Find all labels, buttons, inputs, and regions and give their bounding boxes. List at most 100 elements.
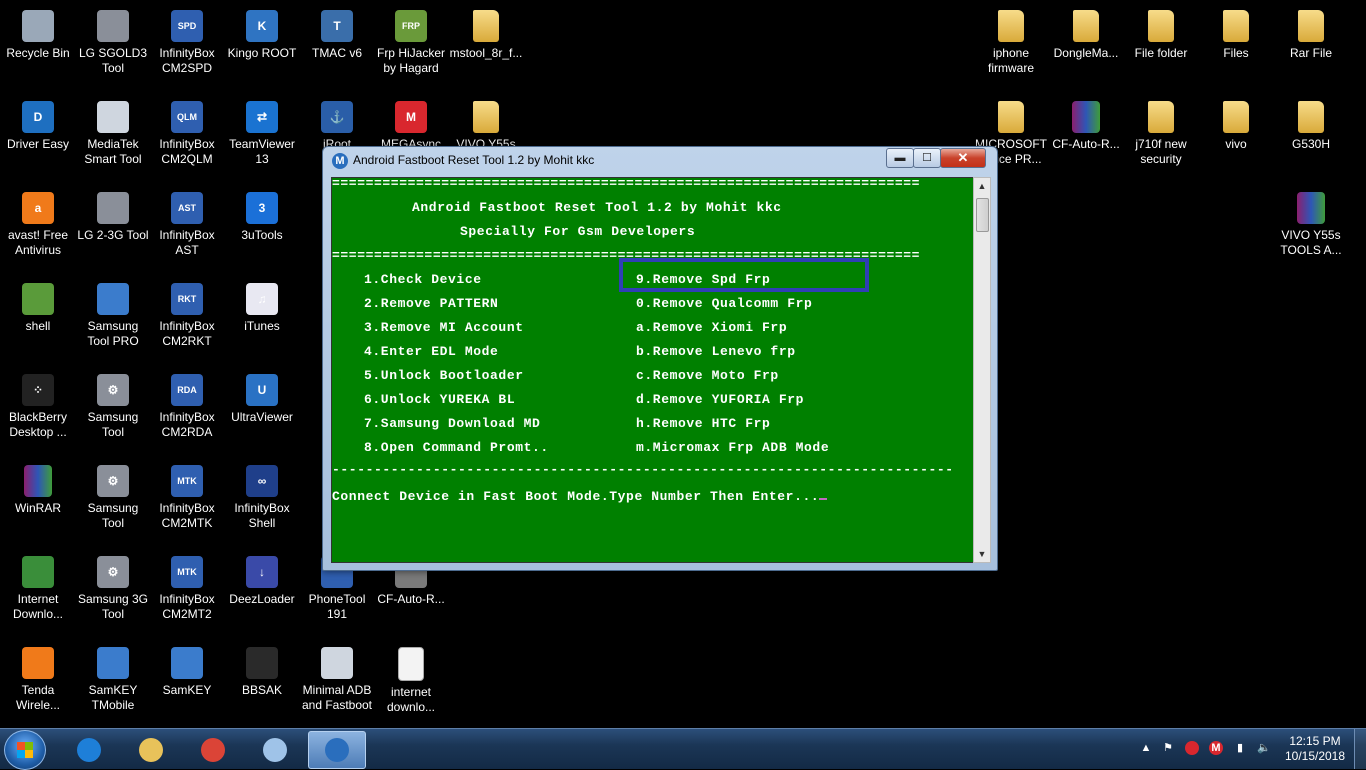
desktop-icon-label: internet downlo... [386,685,436,714]
menu-option: 7.Samsung Download MD [364,416,541,431]
vertical-scrollbar[interactable]: ▲ ▼ [973,177,991,563]
desktop-icon[interactable]: SamKEY [149,641,225,698]
desktop-icon[interactable]: QLM InfinityBox CM2QLM [149,95,225,167]
scroll-up-icon[interactable]: ▲ [974,178,990,194]
folder-icon [998,101,1024,133]
scrollbar-thumb[interactable] [976,198,989,232]
taskbar-file-explorer-button[interactable] [122,731,180,769]
taskbar-internet-explorer-button[interactable] [60,731,118,769]
desktop-icon-label: DeezLoader [229,592,295,606]
desktop-icon-label: Files [1223,46,1249,60]
network-signal-icon[interactable]: ▮ [1233,741,1247,755]
console-header-title: Android Fastboot Reset Tool 1.2 by Mohit… [412,200,782,215]
menu-option: 4.Enter EDL Mode [364,344,499,359]
scroll-down-icon[interactable]: ▼ [974,546,990,562]
desktop-icon[interactable]: ⁘ BlackBerry Desktop ... [0,368,76,440]
app-icon [97,283,129,315]
desktop-icon[interactable]: j710f new security [1123,95,1199,167]
desktop-icon[interactable]: WinRAR [0,459,76,516]
desktop-icon[interactable]: K Kingo ROOT [224,4,300,61]
desktop-icon[interactable]: a avast! Free Antivirus [0,186,76,258]
desktop-icon-label: Samsung Tool PRO [87,319,139,348]
desktop-icon[interactable]: Samsung Tool PRO [75,277,151,349]
desktop-icon-label: 3uTools [241,228,283,242]
desktop-icon[interactable]: ⚓ iRoot [299,95,375,152]
desktop-icon[interactable]: M MEGAsync [373,95,449,152]
desktop-icon-label: File folder [1134,46,1188,60]
desktop-icon[interactable]: MediaTek Smart Tool [75,95,151,167]
desktop-icon[interactable]: Internet Downlo... [0,550,76,622]
desktop-icon[interactable]: ⚙ Samsung Tool [75,459,151,531]
close-button[interactable]: ✕ [940,148,986,168]
desktop-icon[interactable]: 3 3uTools [224,186,300,243]
desktop-icon[interactable]: ↓ DeezLoader [224,550,300,607]
desktop-icon[interactable]: iphone firmware [973,4,1049,76]
taskbar-fastboot-tool-button[interactable] [308,731,366,769]
desktop-icon[interactable]: DongleMa... [1048,4,1124,61]
desktop-icon[interactable]: G530H [1273,95,1349,152]
desktop-icon[interactable]: LG 2-3G Tool [75,186,151,243]
desktop-icon[interactable]: internet downlo... [373,641,449,715]
desktop-icon-label: PhoneTool 191 [308,592,366,621]
desktop-icon[interactable]: RKT InfinityBox CM2RKT [149,277,225,349]
desktop-icon[interactable]: RDA InfinityBox CM2RDA [149,368,225,440]
desktop-icon[interactable]: Recycle Bin [0,4,76,61]
desktop-icon-label: InfinityBox CM2SPD [159,46,215,75]
icon-glyph: FRP [402,21,420,31]
app-icon: K [246,10,278,42]
app-icon: MTK [171,465,203,497]
taskbar-chrome-button[interactable] [184,731,242,769]
clock[interactable]: 12:15 PM 10/15/2018 [1280,734,1350,764]
action-center-flag-icon[interactable]: ⚑ [1161,741,1175,755]
app-icon: QLM [171,101,203,133]
desktop-icon[interactable]: AST InfinityBox AST [149,186,225,258]
desktop-icon[interactable]: Rar File [1273,4,1349,61]
desktop-icon[interactable]: VIVO Y55s TOOLS A... [1273,186,1349,258]
desktop-icon[interactable]: SamKEY TMobile [75,641,151,713]
desktop-icon[interactable]: CF-Auto-R... [1048,95,1124,152]
desktop-icon[interactable]: FRP Frp HiJacker by Hagard [373,4,449,76]
desktop-icon[interactable]: ⇄ TeamViewer 13 [224,95,300,167]
console-output[interactable]: ========================================… [331,177,974,563]
show-hidden-icons-icon[interactable]: ▲ [1139,741,1153,755]
desktop-icon[interactable]: BBSAK [224,641,300,698]
menu-option: b.Remove Lenevo frp [636,344,796,359]
desktop-icon[interactable]: Tenda Wirele... [0,641,76,713]
desktop-icon[interactable]: VIVO Y55s [448,95,524,152]
show-desktop-button[interactable] [1354,729,1366,769]
desktop-icon[interactable]: D Driver Easy [0,95,76,152]
desktop-icon[interactable]: Minimal ADB and Fastboot [299,641,375,713]
avast-tray-icon[interactable] [1185,741,1199,755]
app-icon: RKT [171,283,203,315]
desktop-icon[interactable]: File folder [1123,4,1199,61]
desktop-icon[interactable]: vivo [1198,95,1274,152]
console-prompt[interactable]: Connect Device in Fast Boot Mode.Type Nu… [332,488,828,504]
desktop-icon[interactable]: SPD InfinityBox CM2SPD [149,4,225,76]
start-button[interactable] [4,730,46,770]
desktop-icon[interactable]: ⚙ Samsung 3G Tool [75,550,151,622]
desktop-icon[interactable]: Files [1198,4,1274,61]
desktop-icon[interactable]: ⚙ Samsung Tool [75,368,151,440]
desktop-icon[interactable]: ∞ InfinityBox Shell [224,459,300,531]
app-icon: FRP [395,10,427,42]
desktop-icon[interactable]: U UltraViewer [224,368,300,425]
volume-icon[interactable]: 🔈 [1257,741,1271,755]
taskbar-notepad-button[interactable] [246,731,304,769]
desktop-icon[interactable]: shell [0,277,76,334]
megasync-tray-icon[interactable]: M [1209,741,1223,755]
desktop-icon[interactable]: MTK InfinityBox CM2MT2 [149,550,225,622]
desktop-icon-label: Recycle Bin [6,46,70,60]
maximize-button[interactable]: ☐ [913,148,941,168]
desktop-icon[interactable]: mstool_8r_f... [448,4,524,61]
desktop-icon[interactable]: LG SGOLD3 Tool [75,4,151,76]
desktop-icon[interactable]: ♫ iTunes [224,277,300,334]
icon-glyph: MTK [177,476,197,486]
icon-glyph: AST [178,203,196,213]
fastboot-tool-window[interactable]: M Android Fastboot Reset Tool 1.2 by Moh… [322,146,998,571]
desktop-icon[interactable]: MTK InfinityBox CM2MTK [149,459,225,531]
icon-glyph: ⚙ [107,565,119,579]
menu-option: 5.Unlock Bootloader [364,368,524,383]
window-titlebar[interactable]: M Android Fastboot Reset Tool 1.2 by Moh… [323,147,997,175]
desktop-icon[interactable]: T TMAC v6 [299,4,375,61]
minimize-button[interactable]: ▬ [886,148,914,168]
